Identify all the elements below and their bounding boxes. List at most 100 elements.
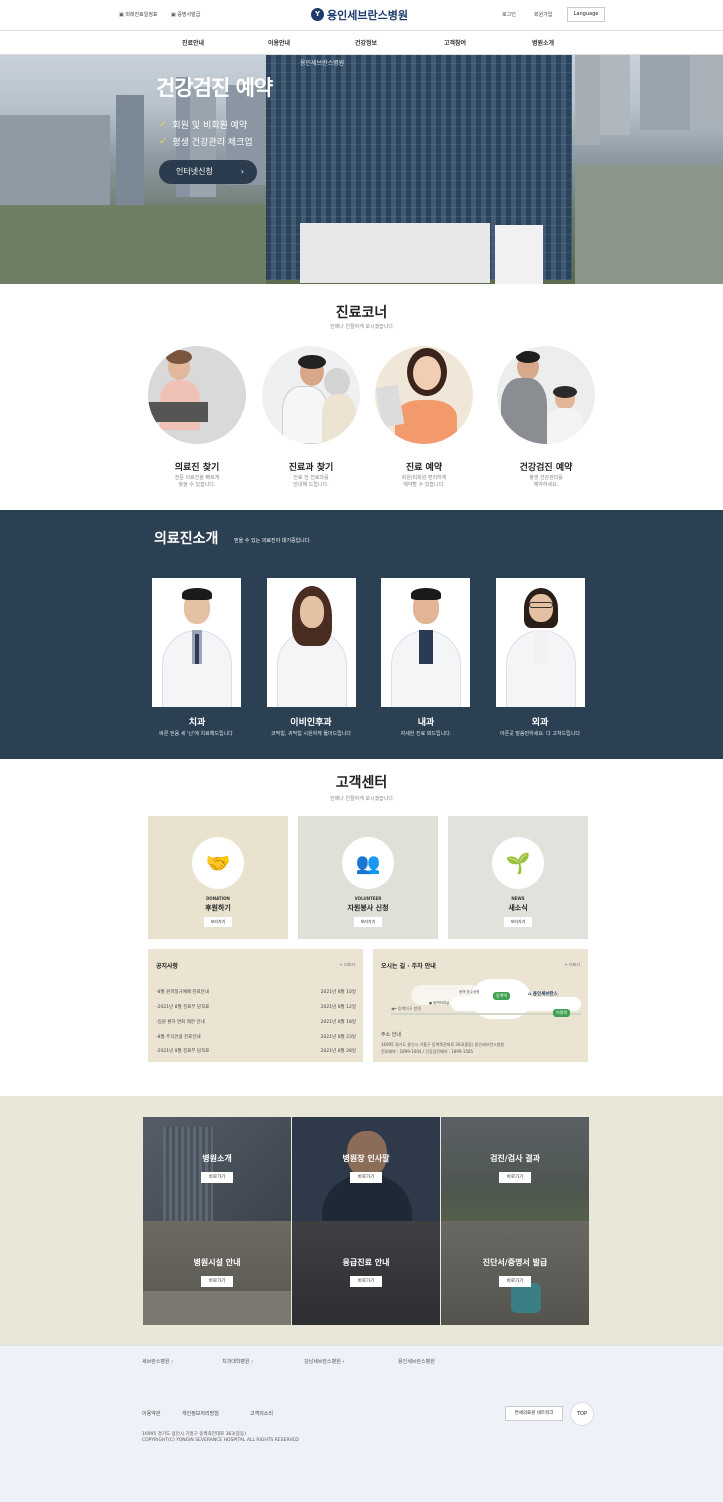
top-bar: ▣ 외래진료일정표 ▣ 증명서발급 Y 용인세브란스병원 로그인 회원가입 La… <box>0 0 723 30</box>
hero-bullet: ✓ 평생 건강관리 체크업 <box>159 136 253 148</box>
internet-apply-button[interactable]: 인터넷신청 › <box>159 160 257 184</box>
doctor-desc: 아픈곳 말씀만하세요. 다 고쳐드립니다 <box>500 731 580 737</box>
location-map[interactable]: ◀━ 동백지구 방면 동백 호수공원 ● 동백터미널 동백역 ⌂ 용인세브란스 … <box>381 975 581 1025</box>
sprout-icon: 🌱 <box>492 837 544 889</box>
hospital-marker: ⌂ 용인세브란스 <box>528 992 558 997</box>
care-corner-title: 진료코너 <box>335 305 388 321</box>
notice-title: 공지사항 <box>156 963 179 970</box>
nav-item-about[interactable]: 병원소개 <box>532 38 554 47</box>
doctor-desc: 바른 믿음 세 '닌'에 치료해드립니다 <box>159 731 233 737</box>
check-icon: ✓ <box>159 136 168 147</box>
care-item-name[interactable]: 건강검진 예약 <box>486 460 606 473</box>
volunteer-button[interactable]: 보러가기 <box>354 917 382 927</box>
family-sites-bar: 세브란스병원 › 치과대학병원 › 강남세브란스병원 › 용인세브란스병원 <box>0 1345 723 1375</box>
customer-center-title: 고객센터 <box>335 775 388 791</box>
footer-link-privacy[interactable]: 개인정보처리방침 <box>182 1410 219 1417</box>
login-link[interactable]: 로그인 <box>502 11 516 18</box>
doctor-dept: 외과 <box>531 718 549 728</box>
link-button[interactable]: 바로가기 <box>499 1276 531 1287</box>
doctor-desc: 자세한 진료 봐드립니다. <box>400 731 452 737</box>
notice-panel: 공지사항 + 더보기 -8월 원목정규예배 진료안내 2021년 8월 10일 -… <box>148 949 363 1062</box>
certificate-link[interactable]: ▣ 증명서발급 <box>171 11 200 18</box>
directions-title: 오시는 길 · 주차 안내 <box>381 963 436 970</box>
family-site-link[interactable]: 강남세브란스병원 › <box>304 1358 344 1365</box>
family-site-link[interactable]: 치과대학병원 › <box>222 1358 253 1365</box>
link-button[interactable]: 바로가기 <box>201 1276 233 1287</box>
customer-center-subtitle: 언제나 친절하게 모시겠습니다 <box>330 796 393 802</box>
find-doctor-image[interactable] <box>148 346 246 444</box>
link-button[interactable]: 바로가기 <box>350 1172 382 1183</box>
doctor-dept: 내과 <box>417 718 435 728</box>
care-item-name[interactable]: 의료진 찾기 <box>137 460 257 473</box>
doctor-card[interactable] <box>267 578 356 707</box>
nav-item-care-guide[interactable]: 진료안내 <box>182 38 204 47</box>
eojeong-station-marker: 어정역 <box>553 1009 571 1017</box>
news-card[interactable]: 🌱 NEWS 새소식 보러가기 <box>448 816 588 939</box>
care-item-desc: 회원/비회원 편리하게 예약할 수 있습니다. <box>401 475 447 488</box>
link-button[interactable]: 바로가기 <box>201 1172 233 1183</box>
handshake-icon: 🤝 <box>192 837 244 889</box>
link-button[interactable]: 바로가기 <box>499 1172 531 1183</box>
doctor-dept: 치과 <box>188 718 206 728</box>
family-site-link[interactable]: 세브란스병원 › <box>142 1358 173 1365</box>
phone-text: 진료예약 : 1899-1004 / 건강검진예약 : 1899-1565 <box>381 1049 474 1054</box>
network-button[interactable]: 연세의료원 네트워크 <box>505 1406 563 1421</box>
volunteer-card[interactable]: 👥 VOLUNTEER 자원봉사 신청 보러가기 <box>298 816 438 939</box>
doctor-card[interactable] <box>381 578 470 707</box>
doctors-subtitle: 믿을 수 있는 의료진이 대기중입니다. <box>234 538 311 544</box>
doctor-desc: 코막힘, 귀막힘 시원하게 뚫어드립니다 <box>271 731 351 737</box>
care-corner-subtitle: 언제나 친절하게 모시겠습니다 <box>330 324 393 330</box>
donation-card[interactable]: 🤝 DONATION 후원하기 보러가기 <box>148 816 288 939</box>
logo-text: 용인세브란스병원 <box>327 8 408 22</box>
find-department-image[interactable] <box>262 346 360 444</box>
care-item-desc: 진료 전 진료과를 안내해 드립니다. <box>293 475 329 488</box>
hero-title: 건강검진 예약 <box>156 76 273 100</box>
notice-row[interactable]: -2021년 8월 진료부 담직표 2021년 8월 12일 <box>156 1004 356 1010</box>
family-site-link[interactable]: 용인세브란스병원 <box>398 1358 435 1365</box>
news-button[interactable]: 보러가기 <box>504 917 532 927</box>
health-checkup-image[interactable] <box>497 346 595 444</box>
scroll-top-button[interactable]: TOP <box>570 1402 594 1426</box>
care-item-name[interactable]: 진료과 찾기 <box>251 460 371 473</box>
notice-more-link[interactable]: + 더보기 <box>339 962 355 968</box>
doctor-card[interactable] <box>152 578 241 707</box>
care-item-name[interactable]: 진료 예약 <box>364 460 484 473</box>
map-label: ● 동백터미널 <box>429 1001 450 1005</box>
language-button[interactable]: Language <box>567 7 605 22</box>
check-icon: ✓ <box>159 119 168 130</box>
link-tile-emergency[interactable]: 응급진료 안내 바로가기 <box>292 1221 440 1325</box>
appointment-image[interactable] <box>375 346 473 444</box>
footer-link-voice[interactable]: 고객의소리 <box>250 1410 273 1417</box>
signup-link[interactable]: 회원가입 <box>534 11 552 18</box>
doctor-card[interactable] <box>496 578 585 707</box>
notice-row[interactable]: -2021년 9월 진료부 담직표 2021년 8월 28일 <box>156 1048 356 1054</box>
footer-link-terms[interactable]: 이용약관 <box>142 1410 160 1417</box>
link-tile-about[interactable]: 병원소개 바로가기 <box>143 1117 291 1221</box>
care-item-desc: 전문 의료진을 빠르게 찾을 수 있습니다. <box>174 475 220 488</box>
notice-row[interactable]: -입원 환자 면회 제한 안내 2021년 8월 18일 <box>156 1019 356 1025</box>
footer: 이용약관 개인정보처리방침 고객의소리 16995 경기도 용인시 기흥구 동백… <box>0 1375 723 1502</box>
outpatient-schedule-link[interactable]: ▣ 외래진료일정표 <box>119 11 158 18</box>
hospital-logo[interactable]: Y 용인세브란스병원 <box>311 6 408 23</box>
nav-item-participation[interactable]: 고객참여 <box>444 38 466 47</box>
nav-item-health-info[interactable]: 건강정보 <box>355 38 377 47</box>
dongbaek-station-marker: 동백역 <box>493 992 511 1000</box>
map-label: 동백 호수공원 <box>459 990 480 994</box>
logo-emblem-icon: Y <box>311 8 324 21</box>
address-text: 16995 경기도 용인시 기흥구 동백죽전대로 363(중동) 용인세브란스병… <box>381 1042 505 1047</box>
link-tile-facilities[interactable]: 병원시설 안내 바로가기 <box>143 1221 291 1325</box>
link-tile-certificates[interactable]: 진단서/증명서 발급 바로가기 <box>441 1221 589 1325</box>
link-tile-director[interactable]: 병원장 인사말 바로가기 <box>292 1117 440 1221</box>
main-nav: 진료안내 이용안내 건강정보 고객참여 병원소개 <box>0 30 723 55</box>
nav-item-usage-guide[interactable]: 이용안내 <box>268 38 290 47</box>
notice-row[interactable]: -8월 원목정규예배 진료안내 2021년 8월 10일 <box>156 989 356 995</box>
link-tile-results[interactable]: 검진/검사 결과 바로가기 <box>441 1117 589 1221</box>
link-button[interactable]: 바로가기 <box>350 1276 382 1287</box>
notice-row[interactable]: -8월 주식만큼 진료안내 2021년 8월 23일 <box>156 1034 356 1040</box>
care-item-desc: 평생 건강관리를 예약하세요. <box>529 475 563 488</box>
doctor-dept: 이비인후과 <box>290 718 332 728</box>
map-pin-icon: ⌂ <box>528 992 532 997</box>
directions-more-link[interactable]: + 더보기 <box>564 962 580 968</box>
donation-button[interactable]: 보러가기 <box>204 917 232 927</box>
doctors-title: 의료진소개 <box>154 531 219 547</box>
